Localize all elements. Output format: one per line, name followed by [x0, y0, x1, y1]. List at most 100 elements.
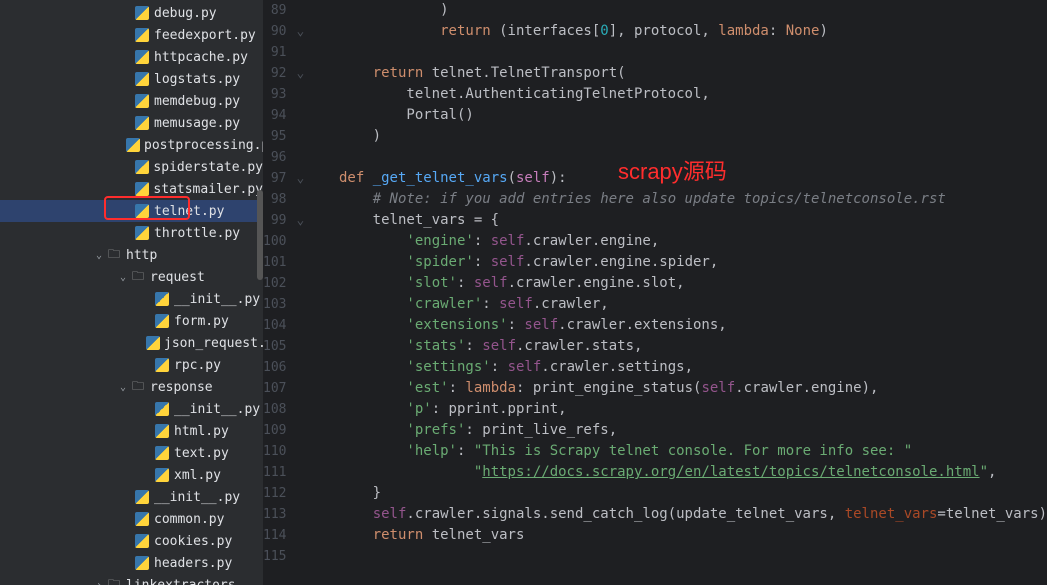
- python-file-icon: [146, 335, 160, 351]
- tree-item-spiderstate-py[interactable]: ·spiderstate.py: [0, 156, 263, 178]
- fold-gutter[interactable]: ⌄ ⌄ ⌄ ⌄: [296, 0, 305, 585]
- tree-item-xml-py[interactable]: ·xml.py: [0, 464, 263, 486]
- tree-item-memusage-py[interactable]: ·memusage.py: [0, 112, 263, 134]
- tree-item-debug-py[interactable]: ·debug.py: [0, 2, 263, 24]
- tree-item-label: rpc.py: [174, 358, 221, 373]
- code-line[interactable]: "https://docs.scrapy.org/en/latest/topic…: [305, 462, 1047, 483]
- python-file-icon: [134, 93, 150, 109]
- code-line[interactable]: Portal(): [305, 105, 1047, 126]
- line-number: 115: [263, 546, 286, 567]
- line-number: 108: [263, 399, 286, 420]
- tree-item-common-py[interactable]: ·common.py: [0, 508, 263, 530]
- tree-item-text-py[interactable]: ·text.py: [0, 442, 263, 464]
- tree-item-httpcache-py[interactable]: ·httpcache.py: [0, 46, 263, 68]
- tree-item-form-py[interactable]: ·form.py: [0, 310, 263, 332]
- code-line[interactable]: ): [305, 0, 1047, 21]
- tree-item-__init__-py[interactable]: ·__init__.py: [0, 288, 263, 310]
- tree-item-response[interactable]: ⌄🗀response: [0, 376, 263, 398]
- code-line[interactable]: 'extensions': self.crawler.extensions,: [305, 315, 1047, 336]
- python-file-icon: [134, 533, 150, 549]
- tree-item-linkextractors[interactable]: ›🗀linkextractors: [0, 574, 263, 585]
- tree-item-__init__-py[interactable]: ·__init__.py: [0, 398, 263, 420]
- tree-item-json_request-py[interactable]: ·json_request.py: [0, 332, 263, 354]
- code-line[interactable]: telnet.AuthenticatingTelnetProtocol,: [305, 84, 1047, 105]
- tree-item-statsmailer-py[interactable]: ·statsmailer.py: [0, 178, 263, 200]
- code-line[interactable]: 'p': pprint.pprint,: [305, 399, 1047, 420]
- line-number: 91: [263, 42, 286, 63]
- code-line[interactable]: telnet_vars = {: [305, 210, 1047, 231]
- tree-item-label: form.py: [174, 314, 229, 329]
- fold-marker: [296, 294, 305, 315]
- line-number: 105: [263, 336, 286, 357]
- fold-marker[interactable]: ⌄: [296, 210, 305, 231]
- line-number: 100: [263, 231, 286, 252]
- chevron-icon[interactable]: ›: [92, 580, 106, 585]
- tree-item-logstats-py[interactable]: ·logstats.py: [0, 68, 263, 90]
- tree-item-postprocessing-py[interactable]: ·postprocessing.py: [0, 134, 263, 156]
- tree-item-__init__-py[interactable]: ·__init__.py: [0, 486, 263, 508]
- python-file-icon: [154, 291, 170, 307]
- code-line[interactable]: [305, 42, 1047, 63]
- code-line[interactable]: }: [305, 483, 1047, 504]
- tree-item-cookies-py[interactable]: ·cookies.py: [0, 530, 263, 552]
- code-line[interactable]: return telnet_vars: [305, 525, 1047, 546]
- tree-item-telnet-py[interactable]: ·telnet.py: [0, 200, 263, 222]
- code-line[interactable]: [305, 147, 1047, 168]
- line-number: 96: [263, 147, 286, 168]
- python-file-icon: [134, 5, 150, 21]
- line-number: 93: [263, 84, 286, 105]
- line-number: 99: [263, 210, 286, 231]
- fold-marker: [296, 420, 305, 441]
- tree-item-feedexport-py[interactable]: ·feedexport.py: [0, 24, 263, 46]
- tree-item-label: telnet.py: [154, 204, 224, 219]
- code-line[interactable]: 'prefs': print_live_refs,: [305, 420, 1047, 441]
- fold-marker: [296, 0, 305, 21]
- tree-item-memdebug-py[interactable]: ·memdebug.py: [0, 90, 263, 112]
- code-line[interactable]: ): [305, 126, 1047, 147]
- chevron-icon[interactable]: ⌄: [92, 250, 106, 261]
- code-editor[interactable]: 8990919293949596979899100101102103104105…: [263, 0, 1047, 585]
- fold-marker: [296, 546, 305, 567]
- line-number: 90: [263, 21, 286, 42]
- code-area[interactable]: ) return (interfaces[0], protocol, lambd…: [305, 0, 1047, 585]
- fold-marker: [296, 504, 305, 525]
- tree-item-headers-py[interactable]: ·headers.py: [0, 552, 263, 574]
- code-line[interactable]: # Note: if you add entries here also upd…: [305, 189, 1047, 210]
- tree-item-rpc-py[interactable]: ·rpc.py: [0, 354, 263, 376]
- file-tree-sidebar[interactable]: ·debug.py·feedexport.py·httpcache.py·log…: [0, 0, 263, 585]
- fold-marker: [296, 441, 305, 462]
- code-line[interactable]: return telnet.TelnetTransport(: [305, 63, 1047, 84]
- code-line[interactable]: 'settings': self.crawler.settings,: [305, 357, 1047, 378]
- fold-marker[interactable]: ⌄: [296, 63, 305, 84]
- line-number: 101: [263, 252, 286, 273]
- code-line[interactable]: 'crawler': self.crawler,: [305, 294, 1047, 315]
- code-line[interactable]: 'stats': self.crawler.stats,: [305, 336, 1047, 357]
- chevron-icon[interactable]: ⌄: [116, 382, 130, 393]
- fold-marker: [296, 147, 305, 168]
- code-line[interactable]: 'est': lambda: print_engine_status(self.…: [305, 378, 1047, 399]
- code-line[interactable]: 'help': "This is Scrapy telnet console. …: [305, 441, 1047, 462]
- tree-item-request[interactable]: ⌄🗀request: [0, 266, 263, 288]
- fold-marker[interactable]: ⌄: [296, 21, 305, 42]
- fold-marker: [296, 273, 305, 294]
- line-number-gutter: 8990919293949596979899100101102103104105…: [263, 0, 296, 585]
- line-number: 97: [263, 168, 286, 189]
- code-line[interactable]: def _get_telnet_vars(self):: [305, 168, 1047, 189]
- tree-item-http[interactable]: ⌄🗀http: [0, 244, 263, 266]
- fold-marker[interactable]: ⌄: [296, 168, 305, 189]
- code-line[interactable]: [305, 546, 1047, 567]
- code-line[interactable]: 'spider': self.crawler.engine.spider,: [305, 252, 1047, 273]
- code-line[interactable]: 'engine': self.crawler.engine,: [305, 231, 1047, 252]
- line-number: 98: [263, 189, 286, 210]
- tree-item-throttle-py[interactable]: ·throttle.py: [0, 222, 263, 244]
- code-line[interactable]: 'slot': self.crawler.engine.slot,: [305, 273, 1047, 294]
- chevron-icon[interactable]: ⌄: [116, 272, 130, 283]
- fold-marker: [296, 462, 305, 483]
- code-line[interactable]: self.crawler.signals.send_catch_log(upda…: [305, 504, 1047, 525]
- code-line[interactable]: return (interfaces[0], protocol, lambda:…: [305, 21, 1047, 42]
- fold-marker: [296, 231, 305, 252]
- tree-item-html-py[interactable]: ·html.py: [0, 420, 263, 442]
- python-file-icon: [134, 159, 150, 175]
- fold-marker: [296, 105, 305, 126]
- tree-item-label: cookies.py: [154, 534, 232, 549]
